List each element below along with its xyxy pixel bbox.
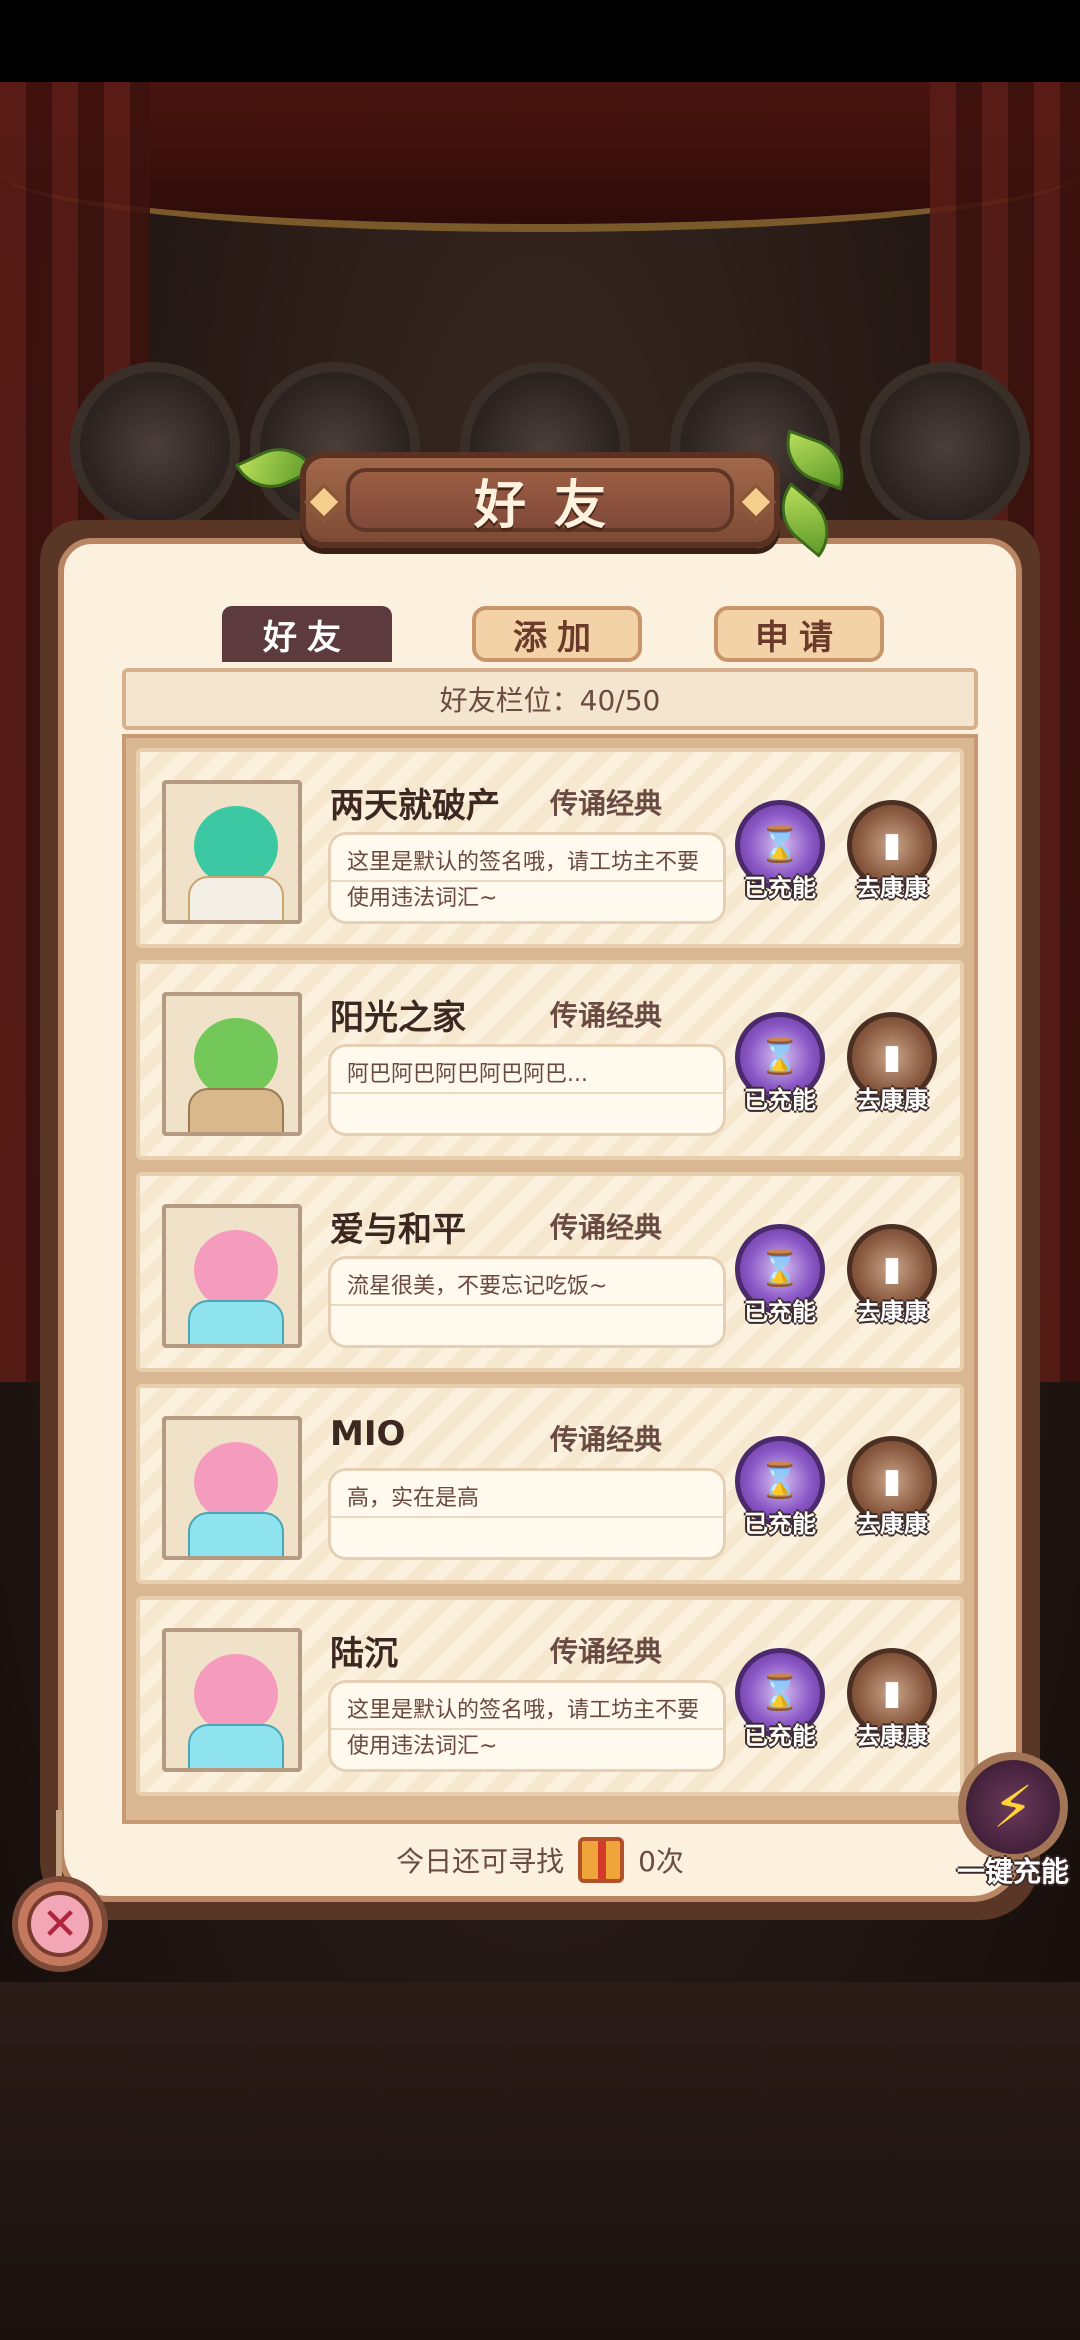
charged-label: 已充能 <box>744 1722 816 1750</box>
close-icon: ✕ <box>27 1891 93 1957</box>
avatar[interactable] <box>162 992 302 1136</box>
title-plate: 好友 <box>346 468 734 536</box>
charged-button[interactable]: ⌛ 已充能 <box>732 1648 828 1778</box>
lightning-icon: ⚡ <box>958 1752 1068 1862</box>
friend-signature: 流星很美，不要忘记吃饭~ <box>328 1256 726 1348</box>
avatar[interactable] <box>162 1628 302 1772</box>
avatar[interactable] <box>162 1416 302 1560</box>
search-remaining-label: 今日还可寻找 <box>396 1845 565 1878</box>
visit-button[interactable]: ▮ 去康康 <box>844 800 940 930</box>
avatar-body <box>188 1724 284 1768</box>
friend-signature: 高，实在是高 <box>328 1468 726 1560</box>
one-click-charge-label: 一键充能 <box>956 1855 1069 1888</box>
visit-button[interactable]: ▮ 去康康 <box>844 1012 940 1142</box>
friend-name: 陆沉 <box>330 1634 398 1674</box>
visit-button[interactable]: ▮ 去康康 <box>844 1648 940 1778</box>
avatar-body <box>188 876 284 920</box>
search-remaining-count: 0次 <box>638 1845 684 1878</box>
charged-label: 已充能 <box>744 1298 816 1326</box>
avatar-body <box>188 1300 284 1344</box>
visit-label: 去康康 <box>856 1086 928 1114</box>
friend-card: 爱与和平 传诵经典 流星很美，不要忘记吃饭~ ⌛ 已充能 ▮ 去康康 <box>136 1172 964 1372</box>
tab-requests[interactable]: 申请 <box>714 606 884 662</box>
title-banner: 好友 <box>300 452 780 548</box>
gem-icon <box>304 482 344 522</box>
gem-icon <box>736 482 776 522</box>
gift-icon <box>578 1837 625 1883</box>
friend-signature: 这里是默认的签名哦，请工坊主不要使用违法词汇~ <box>328 1680 726 1772</box>
friends-panel-inner: 好友 添加 申请 好友栏位：40/50 两天就破产 传诵经典 这里是默认的签名哦… <box>58 538 1022 1902</box>
charged-button[interactable]: ⌛ 已充能 <box>732 1224 828 1354</box>
friend-signature: 这里是默认的签名哦，请工坊主不要使用违法词汇~ <box>328 832 726 924</box>
friend-card: 阳光之家 传诵经典 阿巴阿巴阿巴阿巴阿巴... ⌛ 已充能 ▮ 去康康 <box>136 960 964 1160</box>
decor-plate <box>860 362 1030 532</box>
friend-list[interactable]: 两天就破产 传诵经典 这里是默认的签名哦，请工坊主不要使用违法词汇~ ⌛ 已充能… <box>122 734 978 1824</box>
search-remaining: 今日还可寻找 0次 <box>64 1830 1016 1890</box>
avatar-head <box>194 1654 278 1734</box>
friend-card: MIO 传诵经典 高，实在是高 ⌛ 已充能 ▮ 去康康 <box>136 1384 964 1584</box>
friend-card: 两天就破产 传诵经典 这里是默认的签名哦，请工坊主不要使用违法词汇~ ⌛ 已充能… <box>136 748 964 948</box>
avatar[interactable] <box>162 1204 302 1348</box>
charged-label: 已充能 <box>744 1510 816 1538</box>
friend-rank: 传诵经典 <box>550 787 663 820</box>
tab-friends[interactable]: 好友 <box>222 606 392 662</box>
friend-signature: 阿巴阿巴阿巴阿巴阿巴... <box>328 1044 726 1136</box>
visit-button[interactable]: ▮ 去康康 <box>844 1436 940 1566</box>
charged-button[interactable]: ⌛ 已充能 <box>732 1012 828 1142</box>
friend-name: 爱与和平 <box>330 1210 466 1250</box>
floor <box>0 1982 1080 2340</box>
tab-bar: 好友 添加 申请 <box>222 606 912 666</box>
charged-label: 已充能 <box>744 1086 816 1114</box>
avatar-head <box>194 1230 278 1310</box>
status-bar <box>0 0 1080 82</box>
avatar[interactable] <box>162 780 302 924</box>
visit-label: 去康康 <box>856 1298 928 1326</box>
visit-label: 去康康 <box>856 1722 928 1750</box>
page-title: 好友 <box>473 475 634 536</box>
close-button[interactable]: ✕ <box>12 1876 108 1972</box>
friend-rank: 传诵经典 <box>550 1635 663 1668</box>
friend-rank: 传诵经典 <box>550 1423 663 1456</box>
decor-plate <box>70 362 240 532</box>
avatar-body <box>188 1512 284 1556</box>
friend-rank: 传诵经典 <box>550 1211 663 1244</box>
curtain-valance <box>0 82 1080 232</box>
friend-name: MIO <box>330 1414 406 1454</box>
visit-label: 去康康 <box>856 874 928 902</box>
friend-rank: 传诵经典 <box>550 999 663 1032</box>
charged-button[interactable]: ⌛ 已充能 <box>732 800 828 930</box>
friends-panel: 好友 添加 申请 好友栏位：40/50 两天就破产 传诵经典 这里是默认的签名哦… <box>40 520 1040 1920</box>
charged-label: 已充能 <box>744 874 816 902</box>
rope-decoration <box>56 1810 62 1880</box>
avatar-head <box>194 1442 278 1522</box>
tab-add[interactable]: 添加 <box>472 606 642 662</box>
avatar-head <box>194 806 278 886</box>
friend-name: 阳光之家 <box>330 998 466 1038</box>
visit-label: 去康康 <box>856 1510 928 1538</box>
charged-button[interactable]: ⌛ 已充能 <box>732 1436 828 1566</box>
friend-card: 陆沉 传诵经典 这里是默认的签名哦，请工坊主不要使用违法词汇~ ⌛ 已充能 ▮ … <box>136 1596 964 1796</box>
one-click-charge-button[interactable]: ⚡ 一键充能 <box>950 1752 1076 1902</box>
friend-slot-count: 好友栏位：40/50 <box>122 668 978 730</box>
avatar-body <box>188 1088 284 1132</box>
visit-button[interactable]: ▮ 去康康 <box>844 1224 940 1354</box>
friend-name: 两天就破产 <box>330 786 500 826</box>
avatar-head <box>194 1018 278 1098</box>
